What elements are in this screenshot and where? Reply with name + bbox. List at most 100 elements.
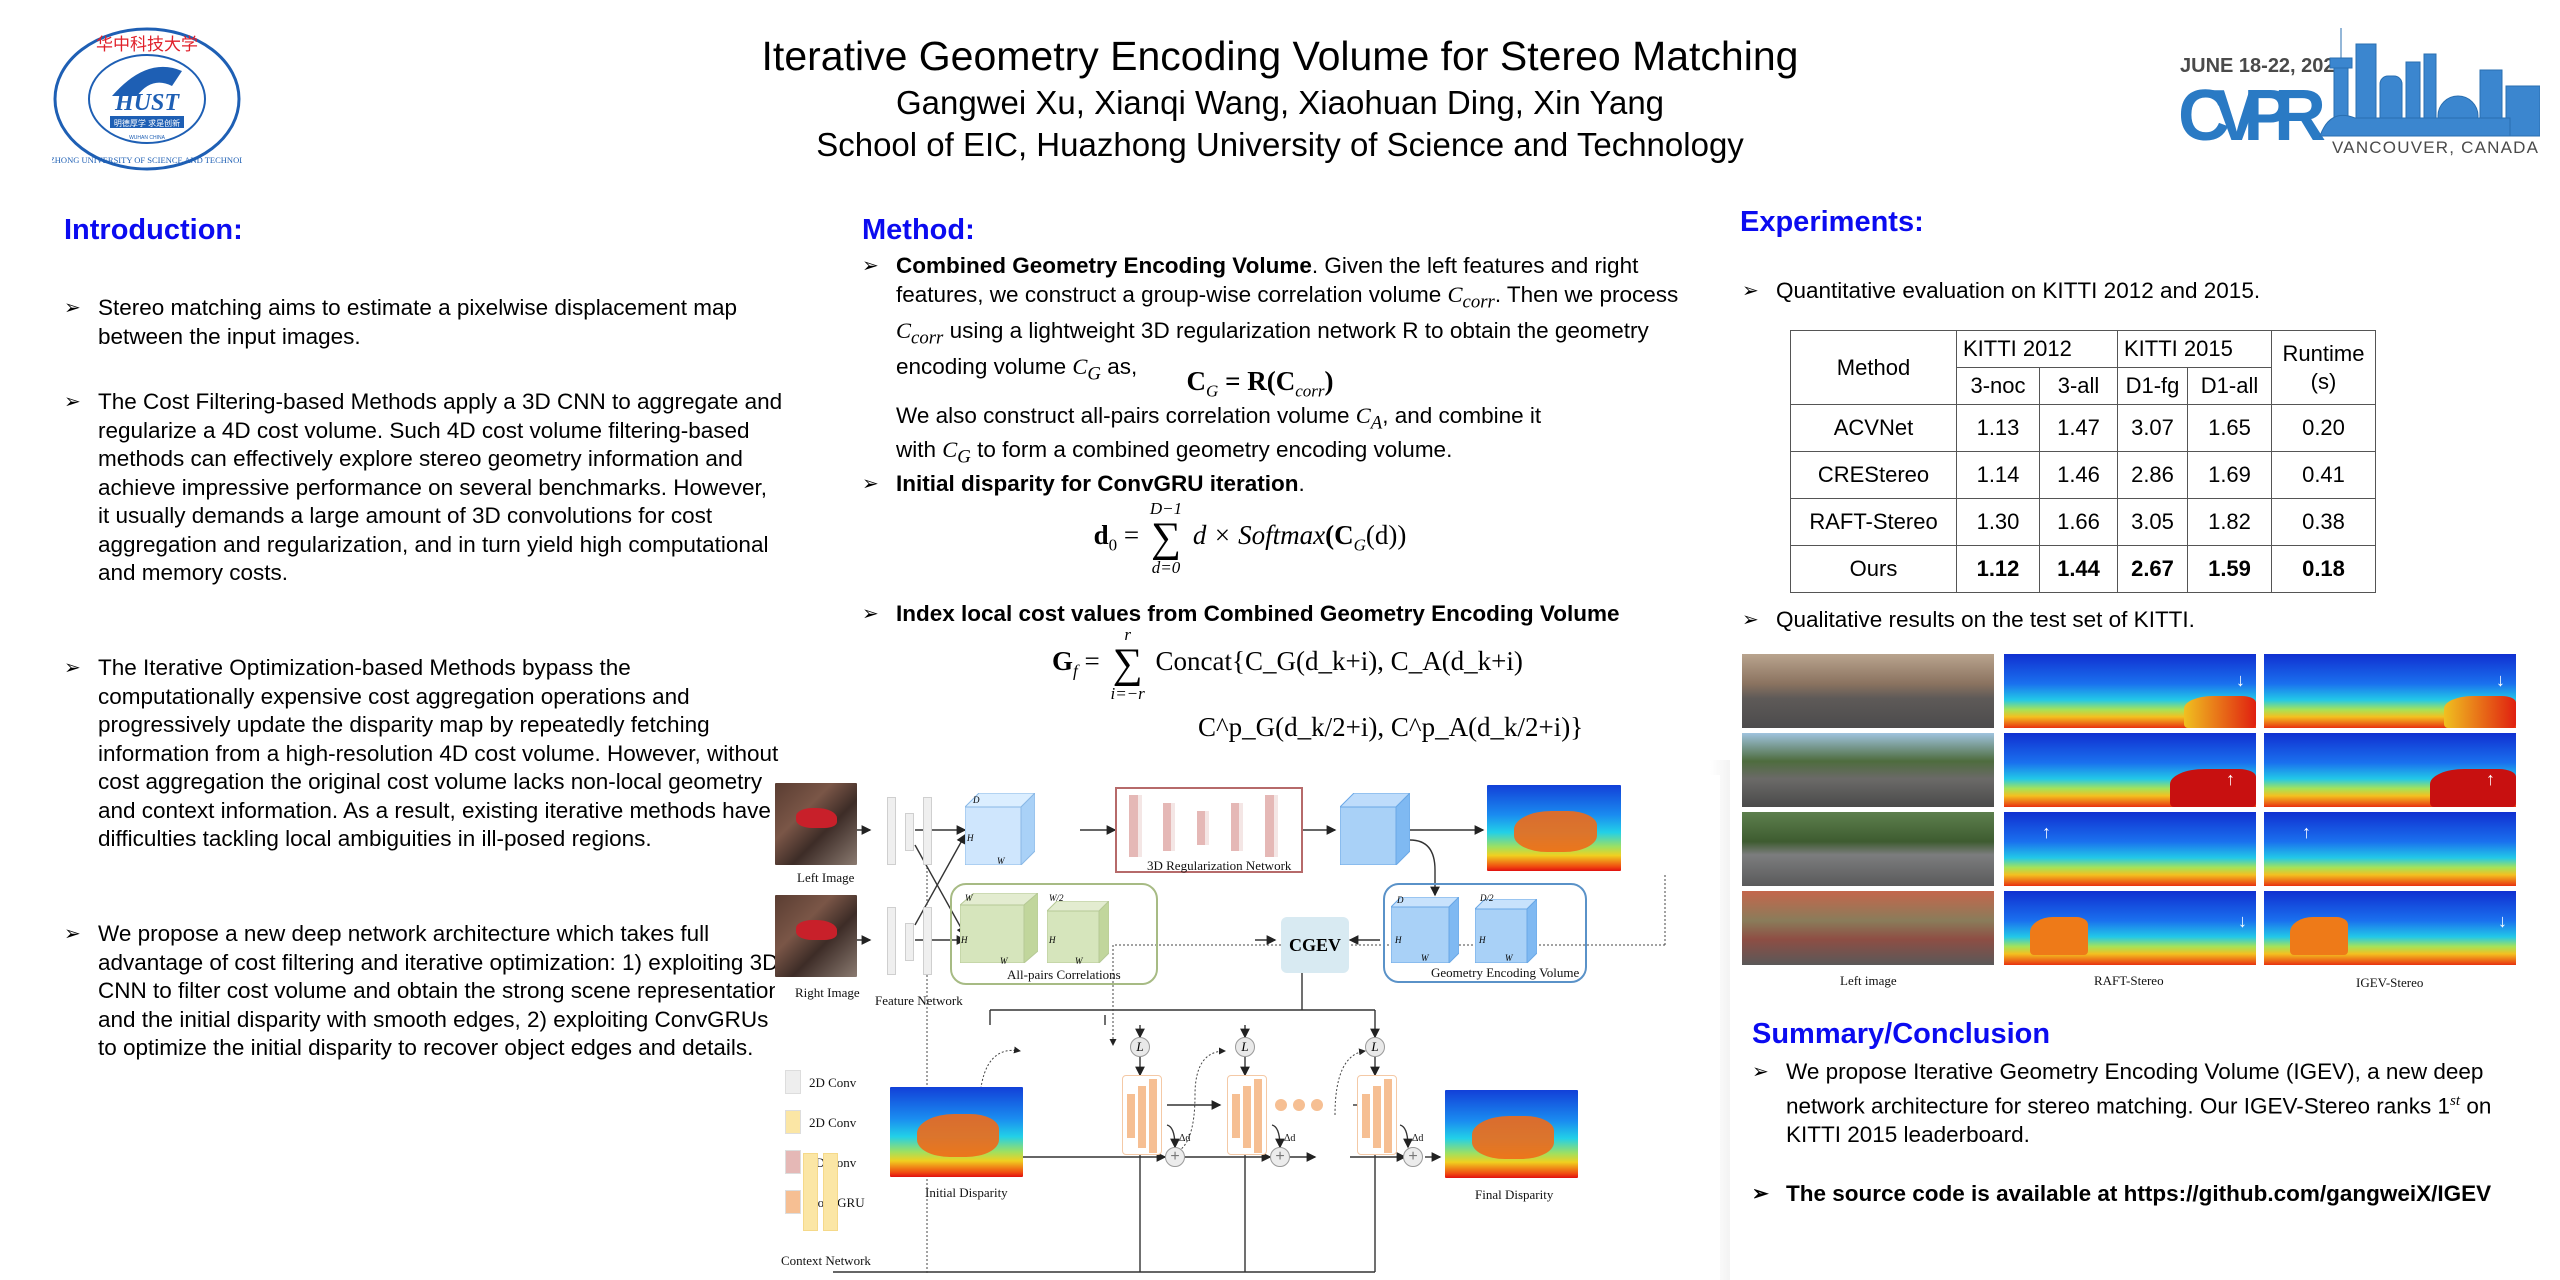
architecture-figure: Left Image Right Image Feature Network D…: [775, 775, 1720, 1280]
cvpr-location: VANCOUVER, CANADA: [2332, 138, 2539, 157]
experiments-heading: Experiments:: [1740, 206, 1924, 238]
right-image-thumbnail: [775, 895, 857, 977]
convgru-block: [1227, 1075, 1267, 1155]
raft-stereo-disparity: ↑: [2004, 733, 2256, 807]
left-image-thumbnail: [775, 783, 857, 865]
bullet-arrow-icon: ➢: [862, 255, 879, 277]
lookup-operator-icon: L: [1130, 1037, 1150, 1057]
bullet-arrow-icon: ➢: [1742, 280, 1759, 302]
quantitative-bullet: ➢ Quantitative evaluation on KITTI 2012 …: [1742, 277, 2522, 306]
cvpr-logo: JUNE 18-22, 2023 CVPR VANCOUVER, CANADA: [2180, 28, 2540, 157]
ellipsis-dot-icon: [1293, 1099, 1305, 1111]
qual-column-label: Left image: [1840, 973, 1897, 988]
table-subheader: 3-noc: [1956, 367, 2040, 405]
intro-bullet: ➢ The Iterative Optimization-based Metho…: [64, 655, 779, 851]
method-bullet-index: ➢ Index local cost values from Combined …: [862, 600, 1692, 629]
table-subheader: D1-all: [2187, 367, 2272, 405]
table-header-method: Method: [1790, 330, 1957, 405]
bullet-arrow-icon: ➢: [64, 391, 81, 413]
all-pairs-cube-icon: [960, 893, 1038, 963]
highlight-arrow-icon: ↓: [2496, 670, 2505, 690]
final-disparity-map: [1445, 1090, 1578, 1178]
bullet-arrow-icon: ➢: [1752, 1183, 1769, 1205]
conv3d-bar: [1197, 811, 1209, 845]
table-header-kitti2012: KITTI 2012: [1956, 330, 2118, 368]
feature-conv-bar: [923, 907, 932, 975]
equation-cg: CG = R(Ccorr): [1186, 366, 1334, 401]
feature-conv-bar: [923, 797, 932, 865]
highlight-arrow-icon: ↓: [2236, 670, 2245, 690]
method-heading: Method:: [862, 214, 975, 246]
convgru-block: [1357, 1075, 1397, 1155]
hust-english-name: HUAZHONG UNIVERSITY OF SCIENCE AND TECHN…: [52, 155, 242, 165]
raft-stereo-disparity: ↓: [2004, 891, 2256, 965]
intro-bullet: ➢ Stereo matching aims to estimate a pix…: [64, 295, 738, 349]
hust-chinese-name: 华中科技大学: [96, 35, 198, 54]
source-code-bullet: ➢ The source code is available at https:…: [1752, 1180, 2552, 1209]
intro-bullet: ➢ The Cost Filtering-based Methods apply…: [64, 389, 783, 585]
conv3d-bar: [1163, 803, 1175, 851]
cgev-block: CGEV: [1281, 917, 1349, 973]
all-pairs-label: All-pairs Correlations: [1007, 967, 1121, 982]
left-image-sample: [1742, 812, 1994, 886]
summary-bullet: ➢ We propose Iterative Geometry Encoding…: [1752, 1059, 2492, 1147]
all-pairs-half-cube-icon: [1047, 901, 1109, 963]
lookup-operator-icon: L: [1235, 1037, 1255, 1057]
ellipsis-dot-icon: [1275, 1099, 1287, 1111]
qual-column-label: IGEV-Stereo: [2356, 975, 2424, 990]
table-row-ours: Ours 1.12 1.44 2.67 1.59 0.18: [1790, 545, 2376, 593]
bullet-arrow-icon: ➢: [862, 473, 879, 495]
context-network-label: Context Network: [781, 1253, 871, 1268]
table-header-kitti2015: KITTI 2015: [2117, 330, 2272, 368]
sum-symbol: r ∑ i=−r: [1110, 625, 1145, 703]
highlight-arrow-icon: ↑: [2226, 769, 2235, 789]
final-disparity-label: Final Disparity: [1475, 1187, 1554, 1202]
equation-gf-line2: C^p_G(d_k/2+i), C^p_A(d_k/2+i)}: [1198, 712, 1584, 742]
hust-city: WUHAN CHINA: [129, 135, 165, 141]
igev-stereo-disparity: ↓: [2264, 891, 2516, 965]
igev-stereo-disparity: ↓: [2264, 654, 2516, 728]
title-block: Iterative Geometry Encoding Volume for S…: [580, 30, 1980, 166]
hust-logo: HUST 明德厚学 求是创新 WUHAN CHINA 华中科技大学 HUAZHO…: [52, 27, 242, 171]
table-row: RAFT-Stereo 1.30 1.66 3.05 1.82 0.38: [1790, 498, 2376, 546]
context-conv-bar: [823, 1153, 838, 1231]
add-operator-icon: +: [1165, 1147, 1185, 1167]
summary-heading: Summary/Conclusion: [1752, 1018, 2051, 1050]
cvpr-dates: JUNE 18-22, 2023: [2180, 55, 2346, 77]
introduction-heading: Introduction:: [64, 214, 243, 246]
highlight-arrow-icon: ↓: [2238, 911, 2247, 931]
highlight-arrow-icon: ↑: [2042, 822, 2051, 842]
table-header-runtime: Runtime (s): [2271, 330, 2376, 405]
bullet-arrow-icon: ➢: [64, 923, 81, 945]
equation-gf: Gf = r ∑ i=−r Concat{C_G(d_k+i), C_A(d_k+i…: [1052, 625, 1523, 703]
left-image-sample: [1742, 654, 1994, 728]
poster-title: Iterative Geometry Encoding Volume for S…: [761, 33, 1799, 79]
method-bullet-initial-disparity: ➢ Initial disparity for ConvGRU iteratio…: [862, 470, 1692, 499]
left-image-sample: [1742, 891, 1994, 965]
method-bullet-cgev-cont: We also construct all-pairs correlation …: [896, 403, 1542, 434]
highlight-arrow-icon: ↑: [2486, 769, 2495, 789]
right-image-label: Right Image: [795, 985, 860, 1000]
raft-stereo-disparity: ↑: [2004, 812, 2256, 886]
conv3d-bar: [1265, 795, 1278, 857]
bullet-arrow-icon: ➢: [64, 657, 81, 679]
legend-swatch: [785, 1070, 801, 1094]
feature-network-label: Feature Network: [875, 993, 963, 1008]
regularized-volume-cube-icon: [1340, 793, 1410, 865]
left-image-sample: [1742, 733, 1994, 807]
source-code-link[interactable]: The source code is available at https://…: [1786, 1181, 2491, 1206]
ellipsis-dot-icon: [1311, 1099, 1323, 1111]
feature-conv-bar: [905, 813, 914, 851]
raft-stereo-disparity: ↓: [2004, 654, 2256, 728]
igev-stereo-disparity: ↑: [2264, 812, 2516, 886]
legend-swatch: [785, 1150, 801, 1174]
feature-conv-bar: [905, 923, 914, 961]
conv3d-bar: [1129, 795, 1142, 857]
hust-motto: 明德厚学 求是创新: [114, 118, 180, 128]
gev-label: Geometry Encoding Volume: [1431, 965, 1580, 980]
legend-swatch: [785, 1190, 801, 1214]
feature-conv-bar: [887, 907, 896, 975]
table-row: CREStereo 1.14 1.46 2.86 1.69 0.41: [1790, 451, 2376, 499]
initial-disparity-output: [1487, 785, 1621, 871]
bullet-arrow-icon: ➢: [64, 297, 81, 319]
